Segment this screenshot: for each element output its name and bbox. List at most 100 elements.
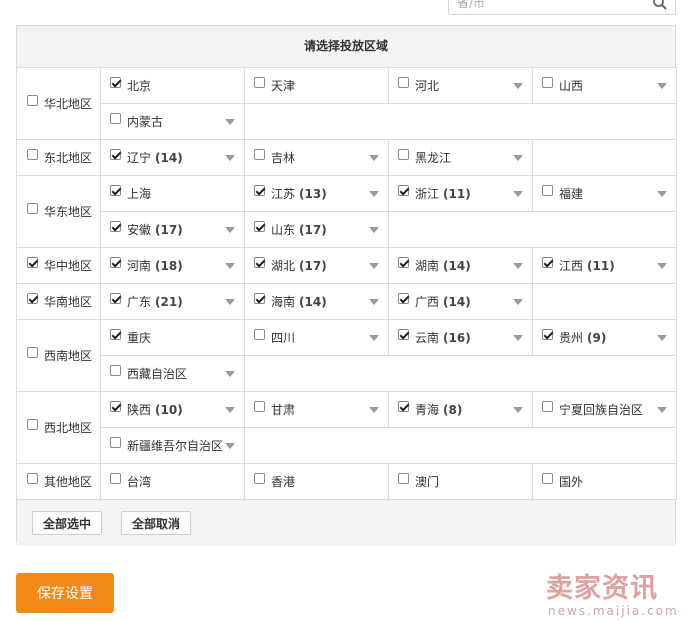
province-checkbox[interactable] (254, 257, 265, 268)
province-checkbox[interactable] (398, 329, 409, 340)
province-checkbox-label[interactable]: 云南 (16) (389, 329, 471, 346)
search-input[interactable] (457, 0, 637, 13)
search-icon[interactable] (652, 0, 668, 11)
province-checkbox[interactable] (110, 221, 121, 232)
province-checkbox[interactable] (110, 77, 121, 88)
region-checkbox[interactable] (27, 203, 38, 214)
province-checkbox-label[interactable]: 黑龙江 (389, 149, 451, 166)
chevron-down-icon[interactable] (657, 190, 667, 197)
chevron-down-icon[interactable] (369, 226, 379, 233)
province-checkbox[interactable] (110, 437, 121, 448)
province-checkbox-label[interactable]: 山西 (533, 77, 583, 94)
province-checkbox-label[interactable]: 浙江 (11) (389, 185, 471, 202)
province-checkbox[interactable] (110, 473, 121, 484)
province-checkbox-label[interactable]: 西藏自治区 (101, 365, 187, 382)
province-checkbox[interactable] (542, 257, 553, 268)
region-checkbox-label[interactable]: 西南地区 (27, 347, 92, 364)
province-checkbox-label[interactable]: 新疆维吾尔自治区 (101, 437, 223, 454)
province-checkbox-label[interactable]: 天津 (245, 77, 295, 94)
chevron-down-icon[interactable] (513, 190, 523, 197)
province-checkbox-label[interactable]: 台湾 (101, 473, 151, 490)
province-checkbox[interactable] (398, 77, 409, 88)
cancel-all-button[interactable]: 全部取消 (121, 511, 192, 535)
chevron-down-icon[interactable] (657, 406, 667, 413)
province-checkbox[interactable] (110, 149, 121, 160)
select-all-button[interactable]: 全部选中 (32, 511, 103, 535)
province-checkbox[interactable] (110, 113, 121, 124)
province-checkbox-label[interactable]: 河南 (18) (101, 257, 183, 274)
province-checkbox-label[interactable]: 青海 (8) (389, 401, 462, 418)
province-checkbox[interactable] (254, 77, 265, 88)
province-checkbox[interactable] (542, 473, 553, 484)
province-checkbox[interactable] (254, 401, 265, 412)
province-checkbox[interactable] (254, 329, 265, 340)
region-checkbox-label[interactable]: 华中地区 (27, 257, 92, 274)
province-checkbox[interactable] (254, 293, 265, 304)
region-checkbox[interactable] (27, 95, 38, 106)
province-checkbox-label[interactable]: 河北 (389, 77, 439, 94)
chevron-down-icon[interactable] (225, 154, 235, 161)
chevron-down-icon[interactable] (225, 370, 235, 377)
province-checkbox[interactable] (110, 257, 121, 268)
province-checkbox-label[interactable]: 北京 (101, 77, 151, 94)
province-checkbox-label[interactable]: 国外 (533, 473, 583, 490)
province-checkbox-label[interactable]: 宁夏回族自治区 (533, 401, 643, 418)
province-checkbox-label[interactable]: 广东 (21) (101, 293, 183, 310)
province-checkbox-label[interactable]: 广西 (14) (389, 293, 471, 310)
province-checkbox-label[interactable]: 陕西 (10) (101, 401, 183, 418)
province-checkbox[interactable] (110, 293, 121, 304)
province-checkbox[interactable] (254, 185, 265, 196)
chevron-down-icon[interactable] (513, 298, 523, 305)
region-checkbox[interactable] (27, 293, 38, 304)
province-checkbox-label[interactable]: 山东 (17) (245, 221, 327, 238)
chevron-down-icon[interactable] (513, 406, 523, 413)
province-checkbox[interactable] (542, 401, 553, 412)
province-checkbox[interactable] (542, 77, 553, 88)
province-checkbox[interactable] (398, 185, 409, 196)
save-settings-button[interactable]: 保存设置 (16, 573, 114, 613)
province-checkbox[interactable] (398, 473, 409, 484)
province-checkbox-label[interactable]: 湖南 (14) (389, 257, 471, 274)
province-checkbox-label[interactable]: 福建 (533, 185, 583, 202)
chevron-down-icon[interactable] (225, 298, 235, 305)
province-checkbox[interactable] (110, 329, 121, 340)
province-checkbox-label[interactable]: 辽宁 (14) (101, 149, 183, 166)
chevron-down-icon[interactable] (369, 406, 379, 413)
province-checkbox-label[interactable]: 江西 (11) (533, 257, 615, 274)
chevron-down-icon[interactable] (225, 118, 235, 125)
region-checkbox[interactable] (27, 347, 38, 358)
region-checkbox[interactable] (27, 257, 38, 268)
province-checkbox-label[interactable]: 海南 (14) (245, 293, 327, 310)
province-checkbox-label[interactable]: 澳门 (389, 473, 439, 490)
province-checkbox-label[interactable]: 香港 (245, 473, 295, 490)
province-checkbox[interactable] (110, 401, 121, 412)
chevron-down-icon[interactable] (225, 262, 235, 269)
chevron-down-icon[interactable] (369, 262, 379, 269)
region-checkbox-label[interactable]: 其他地区 (27, 473, 92, 490)
province-checkbox[interactable] (542, 185, 553, 196)
region-checkbox[interactable] (27, 473, 38, 484)
province-checkbox[interactable] (254, 149, 265, 160)
province-checkbox[interactable] (398, 401, 409, 412)
region-checkbox[interactable] (27, 149, 38, 160)
chevron-down-icon[interactable] (369, 334, 379, 341)
province-checkbox[interactable] (110, 365, 121, 376)
chevron-down-icon[interactable] (657, 334, 667, 341)
region-checkbox-label[interactable]: 华南地区 (27, 293, 92, 310)
region-checkbox-label[interactable]: 西北地区 (27, 419, 92, 436)
chevron-down-icon[interactable] (225, 442, 235, 449)
province-checkbox-label[interactable]: 贵州 (9) (533, 329, 606, 346)
chevron-down-icon[interactable] (657, 82, 667, 89)
province-checkbox-label[interactable]: 内蒙古 (101, 113, 163, 130)
chevron-down-icon[interactable] (513, 262, 523, 269)
region-checkbox-label[interactable]: 华东地区 (27, 203, 92, 220)
chevron-down-icon[interactable] (513, 154, 523, 161)
region-checkbox-label[interactable]: 华北地区 (27, 95, 92, 112)
region-checkbox-label[interactable]: 东北地区 (27, 149, 92, 166)
province-checkbox-label[interactable]: 吉林 (245, 149, 295, 166)
province-checkbox[interactable] (398, 149, 409, 160)
province-checkbox-label[interactable]: 四川 (245, 329, 295, 346)
chevron-down-icon[interactable] (513, 82, 523, 89)
province-checkbox-label[interactable]: 安徽 (17) (101, 221, 183, 238)
chevron-down-icon[interactable] (657, 262, 667, 269)
